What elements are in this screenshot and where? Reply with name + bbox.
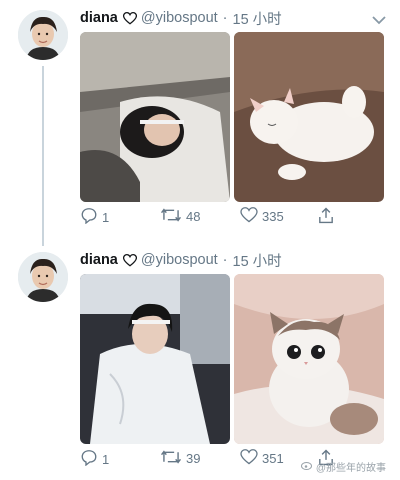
- like-button[interactable]: 351: [240, 449, 284, 468]
- heart-outline-icon: [122, 11, 137, 25]
- timestamp[interactable]: 15 小时: [233, 250, 282, 271]
- tweet-actions: 1 48 335: [80, 207, 390, 227]
- retweet-icon: [160, 449, 182, 468]
- tweet-header: diana @yibospout · 15 小时: [80, 8, 390, 28]
- watermark-text: @那些年的故事: [315, 463, 386, 474]
- tweet-header: diana @yibospout · 15 小时: [80, 250, 390, 270]
- user-handle[interactable]: @yibospout: [141, 252, 218, 268]
- retweet-count: 48: [186, 209, 201, 224]
- heart-icon: [240, 449, 258, 468]
- timestamp[interactable]: 15 小时: [233, 8, 282, 29]
- reply-button[interactable]: 1: [80, 449, 109, 469]
- chevron-down-icon[interactable]: [372, 12, 386, 30]
- like-button[interactable]: 335: [240, 207, 284, 226]
- share-icon: [318, 207, 334, 227]
- like-count: 351: [262, 451, 284, 466]
- media-photo-person-robe[interactable]: [80, 274, 230, 444]
- weibo-logo-icon: [300, 460, 313, 473]
- reply-count: 1: [102, 451, 110, 467]
- retweet-count: 39: [186, 451, 201, 466]
- tweet[interactable]: diana @yibospout · 15 小时: [0, 0, 400, 238]
- heart-icon: [240, 207, 258, 226]
- display-name[interactable]: diana: [80, 10, 118, 26]
- reply-icon: [80, 207, 98, 227]
- share-button[interactable]: [318, 207, 334, 227]
- tweet[interactable]: diana @yibospout · 15 小时: [0, 242, 400, 480]
- weibo-watermark: @那些年的故事: [300, 459, 386, 474]
- retweet-icon: [160, 207, 182, 226]
- media-photo-kitten-sitting[interactable]: [234, 274, 384, 444]
- retweet-button[interactable]: 39: [160, 449, 200, 468]
- avatar[interactable]: [18, 10, 68, 60]
- display-name[interactable]: diana: [80, 252, 118, 268]
- reply-count: 1: [102, 209, 110, 225]
- media-photo-kitten-sleeping[interactable]: [234, 32, 384, 202]
- like-count: 335: [262, 209, 284, 224]
- reply-button[interactable]: 1: [80, 207, 109, 227]
- heart-outline-icon: [122, 253, 137, 267]
- separator-dot: ·: [222, 252, 228, 268]
- separator-dot: ·: [222, 10, 228, 26]
- media-grid: [80, 32, 384, 202]
- avatar[interactable]: [18, 252, 68, 302]
- media-grid: [80, 274, 384, 444]
- retweet-button[interactable]: 48: [160, 207, 200, 226]
- user-handle[interactable]: @yibospout: [141, 10, 218, 26]
- media-photo-person-lying[interactable]: [80, 32, 230, 202]
- reply-icon: [80, 449, 98, 469]
